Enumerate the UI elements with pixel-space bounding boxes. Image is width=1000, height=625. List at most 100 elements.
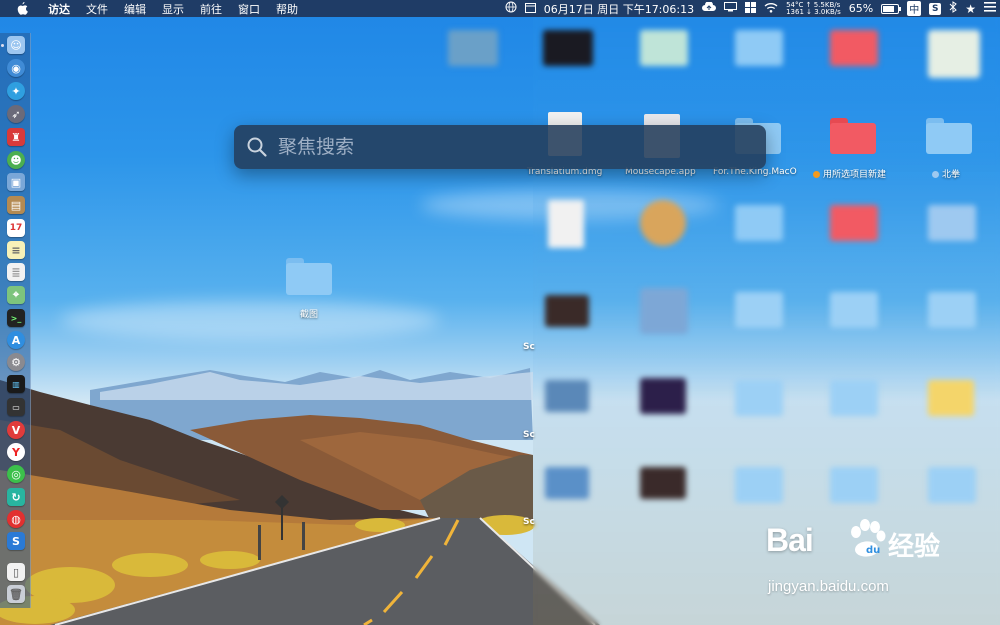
document-file[interactable] — [548, 200, 584, 248]
partial-label: Sc — [523, 517, 535, 527]
file-label: 北拳 — [932, 167, 960, 180]
blue-tag-dot — [932, 171, 939, 178]
file-thumbnail[interactable] — [545, 295, 589, 327]
file-thumbnail[interactable] — [640, 467, 686, 499]
partial-label: Sc — [523, 342, 535, 352]
file-thumbnail[interactable] — [448, 30, 498, 66]
watermark-url: jingyan.baidu.com — [768, 578, 889, 595]
folder-icon[interactable] — [830, 205, 878, 241]
sogou-icon[interactable]: S — [929, 2, 942, 15]
document-icon[interactable]: ▯ — [7, 563, 25, 581]
file-thumbnail[interactable] — [640, 378, 686, 414]
terminal-icon[interactable]: >_ — [7, 309, 25, 327]
folder-icon[interactable] — [735, 30, 783, 66]
paw-text: du — [866, 545, 880, 556]
folder-icon[interactable] — [928, 205, 976, 241]
input-method-indicator[interactable]: 中 — [907, 1, 922, 16]
folder-icon[interactable] — [735, 467, 783, 503]
list-icon[interactable] — [984, 2, 996, 15]
folder-icon[interactable] — [926, 118, 972, 154]
battery-percent[interactable]: 65% — [849, 2, 873, 15]
spotlight-search-input[interactable] — [276, 135, 766, 159]
file-label-text: 北拳 — [942, 170, 961, 180]
spotlight-search-bar[interactable] — [234, 125, 766, 169]
folder-icon[interactable] — [830, 30, 878, 66]
file-label: 用所选项目新建 — [813, 167, 886, 180]
menu-window[interactable]: 窗口 — [238, 1, 260, 17]
activity-monitor-icon[interactable]: ▥ — [7, 375, 25, 393]
globe-icon[interactable] — [505, 1, 517, 16]
folder-icon[interactable] — [735, 205, 783, 241]
finder-icon[interactable]: ☺ — [7, 36, 25, 54]
red-folder-icon[interactable] — [830, 118, 876, 154]
sogou-app-icon[interactable]: S — [7, 532, 25, 550]
safari-icon[interactable]: ✦ — [7, 82, 25, 100]
display-icon[interactable] — [724, 2, 738, 15]
file-thumbnail[interactable] — [640, 30, 688, 66]
folder-icon[interactable] — [830, 467, 878, 503]
netease-music-icon[interactable]: ◍ — [7, 510, 25, 528]
watermark-brand: Bai — [766, 522, 814, 558]
menu-go[interactable]: 前往 — [200, 1, 222, 17]
folder-icon[interactable] — [735, 380, 783, 416]
file-thumbnail[interactable] — [545, 467, 589, 499]
folder-icon[interactable] — [830, 292, 878, 328]
app-store-icon[interactable]: A — [7, 331, 25, 349]
siri-icon[interactable]: ◉ — [7, 59, 25, 77]
apple-menu-icon[interactable] — [14, 1, 30, 17]
fan-speed: 1361 — [786, 7, 804, 16]
trash-icon[interactable]: 🗑 — [7, 585, 25, 603]
calendar-app-icon[interactable]: 17 — [7, 219, 25, 237]
file-thumbnail[interactable] — [543, 30, 593, 66]
system-stats[interactable]: 54°C ↑ 5.5KB/s 1361 ↓ 3.0KB/s — [786, 1, 841, 16]
yandex-icon[interactable]: Y — [7, 443, 25, 461]
screenshots-folder-icon[interactable] — [286, 258, 332, 295]
calendar-icon[interactable] — [524, 2, 536, 16]
system-preferences-icon[interactable]: ⚙ — [7, 353, 25, 371]
vivaldi-icon[interactable]: V — [7, 421, 25, 439]
menu-view[interactable]: 显示 — [162, 1, 184, 17]
wifi-icon[interactable] — [764, 2, 778, 16]
file-thumbnail[interactable] — [545, 380, 589, 412]
folder-icon[interactable] — [735, 292, 783, 328]
reminder-app-icon[interactable]: ♜ — [7, 128, 25, 146]
textedit-icon[interactable]: ≣ — [7, 263, 25, 281]
battery-icon[interactable] — [881, 3, 902, 14]
app-icon[interactable] — [640, 288, 688, 334]
contacts-icon[interactable]: ▤ — [7, 196, 25, 214]
folder-label: 截图 — [299, 310, 318, 320]
clock-datetime[interactable]: 06月17日 周日 下午17:06:13 — [544, 1, 694, 17]
folder-icon[interactable] — [928, 292, 976, 328]
app-grid-icon[interactable] — [745, 1, 757, 16]
orange-tag-dot — [813, 171, 820, 178]
partial-label: Sc — [523, 430, 535, 440]
wechat-icon[interactable]: ◎ — [7, 465, 25, 483]
folder-icon[interactable] — [928, 467, 976, 503]
net-download: ↓ 3.0KB/s — [806, 7, 841, 16]
maps-icon[interactable]: ⌖ — [7, 286, 25, 304]
favorites-star-icon[interactable]: ★ — [965, 2, 976, 16]
paw-icon: du — [851, 519, 886, 557]
baidu-watermark: Bai du 经验 jingyan.baidu.com — [766, 516, 986, 606]
preview-icon[interactable]: ▣ — [7, 173, 25, 191]
android-icon[interactable]: ☻ — [7, 151, 25, 169]
cloud-upload-icon[interactable] — [702, 1, 717, 15]
file-thumbnail[interactable] — [928, 30, 980, 78]
dock: ☺ ◉ ✦ ➶ ♜ ☻ ▣ ▤ 17 ≡ ≣ ⌖ >_ A ⚙ ▥ ▭ V Y … — [0, 33, 31, 608]
console-icon[interactable]: ▭ — [7, 398, 25, 416]
file-label-text: 用所选项目新建 — [823, 170, 887, 180]
search-icon — [247, 137, 267, 157]
status-area: 06月17日 周日 下午17:06:13 54°C ↑ 5.5KB/s 1361… — [501, 0, 1000, 17]
menu-app-name[interactable]: 访达 — [48, 1, 70, 17]
notes-icon[interactable]: ≡ — [7, 241, 25, 259]
folder-icon[interactable] — [928, 380, 974, 416]
sync-app-icon[interactable]: ↻ — [7, 488, 25, 506]
folder-icon[interactable] — [830, 380, 878, 416]
menu-bar: 访达 文件 编辑 显示 前往 窗口 帮助 06月17日 周日 下午17:06:1… — [0, 0, 1000, 17]
launchpad-icon[interactable]: ➶ — [7, 105, 25, 123]
bluetooth-icon[interactable] — [949, 1, 958, 16]
app-icon[interactable] — [640, 200, 686, 246]
menu-help[interactable]: 帮助 — [276, 1, 298, 17]
menu-file[interactable]: 文件 — [86, 1, 108, 17]
menu-edit[interactable]: 编辑 — [124, 1, 146, 17]
